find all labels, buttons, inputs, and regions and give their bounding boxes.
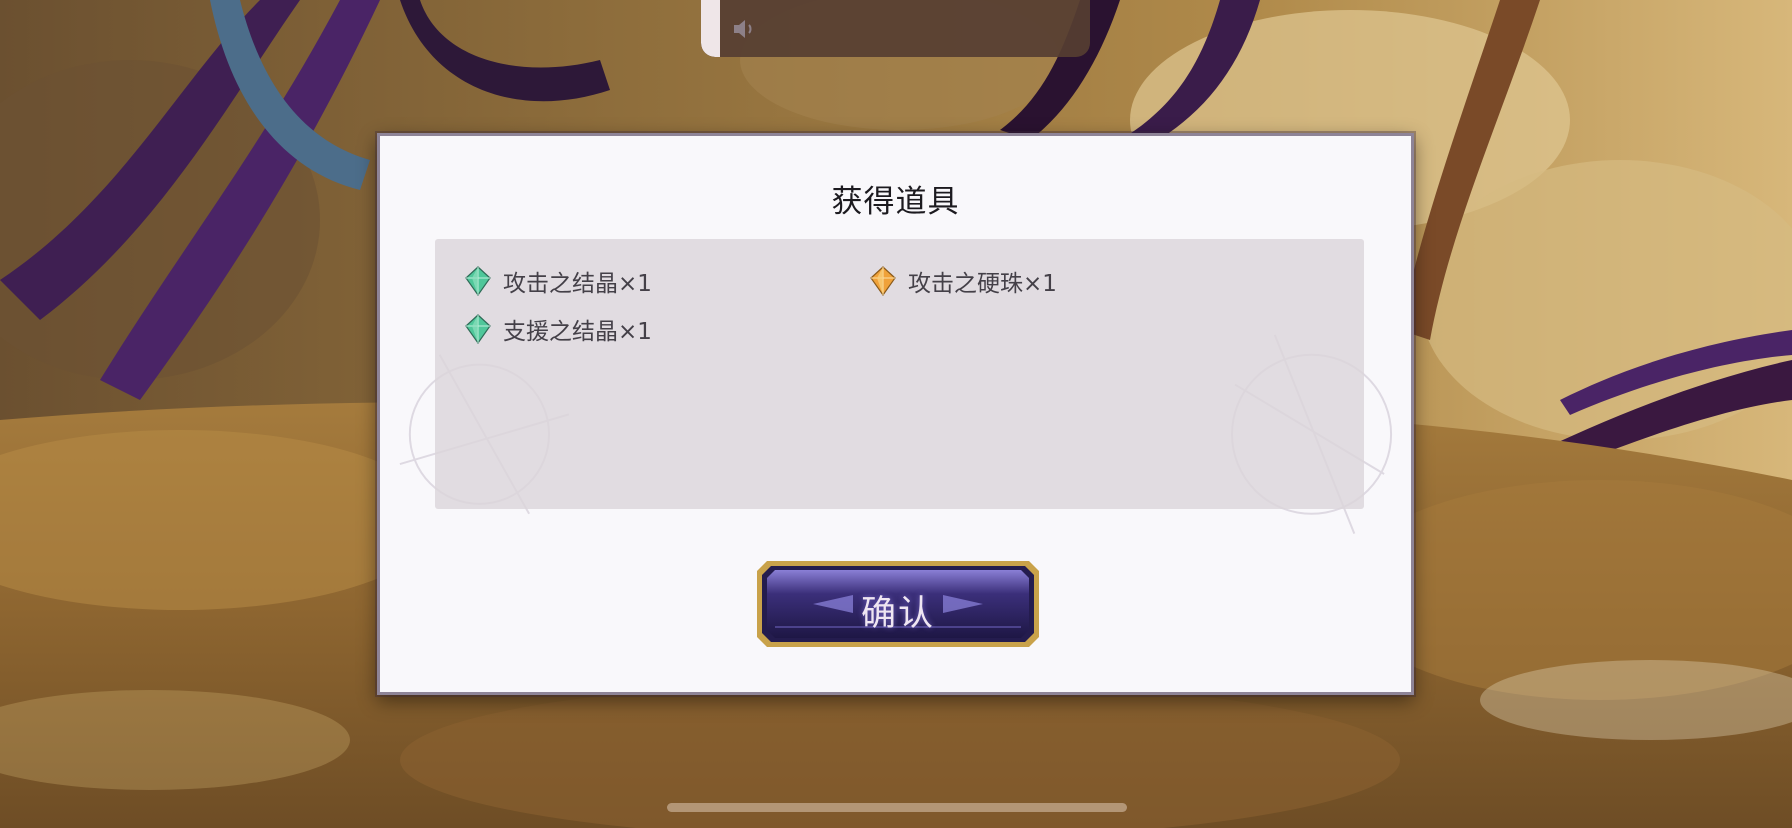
reward-item-label: 攻击之硬珠×1 bbox=[908, 271, 1057, 297]
volume-indicator bbox=[701, 0, 1090, 57]
volume-level-fill bbox=[701, 0, 721, 57]
item-reward-dialog: 获得道具 攻击之结晶×1 攻击之硬珠×1 支援之结晶×1 确认 bbox=[377, 133, 1414, 695]
green-crystal-icon bbox=[465, 314, 491, 344]
reward-item-label: 支援之结晶×1 bbox=[503, 319, 652, 345]
reward-item: 攻击之结晶×1 bbox=[465, 263, 652, 299]
green-crystal-icon bbox=[465, 266, 491, 296]
reward-item: 攻击之硬珠×1 bbox=[870, 263, 1057, 299]
reward-items-panel: 攻击之结晶×1 攻击之硬珠×1 支援之结晶×1 bbox=[435, 239, 1364, 509]
reward-item: 支援之结晶×1 bbox=[465, 311, 652, 347]
speaker-icon bbox=[734, 20, 752, 38]
dialog-title: 获得道具 bbox=[831, 184, 960, 220]
confirm-button-label: 确认 bbox=[860, 594, 935, 634]
home-indicator[interactable] bbox=[667, 803, 1127, 812]
confirm-button[interactable]: 确认 bbox=[753, 557, 1043, 651]
orange-crystal-icon bbox=[870, 266, 896, 296]
reward-item-label: 攻击之结晶×1 bbox=[503, 271, 652, 297]
